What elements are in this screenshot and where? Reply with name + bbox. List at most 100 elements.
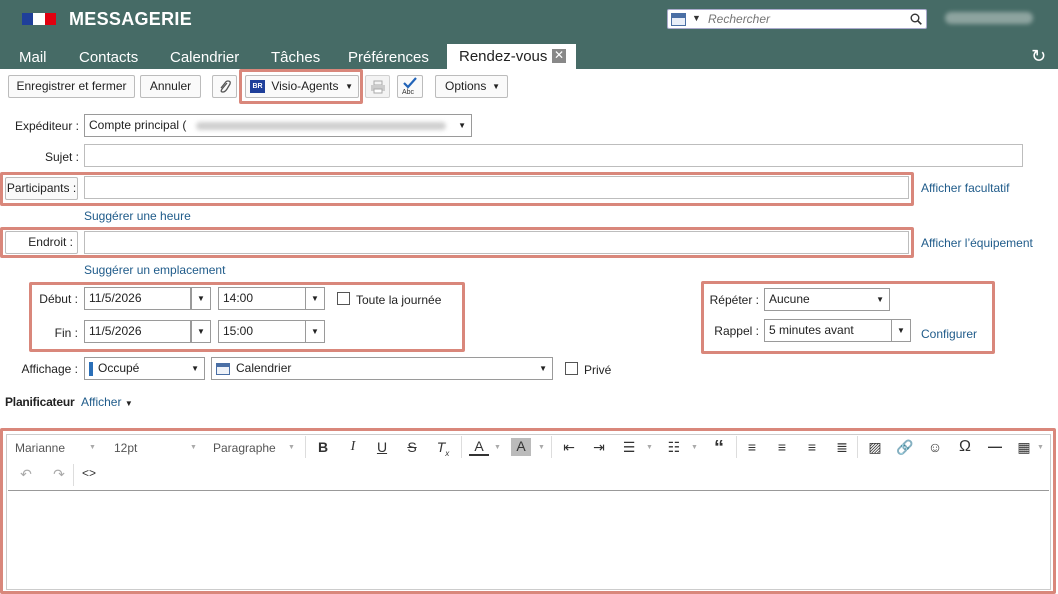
show-equipment-link[interactable]: Afficher l’équipement [921, 236, 1033, 250]
clear-format-icon[interactable]: Tx [433, 439, 453, 458]
subject-input[interactable] [84, 144, 1023, 167]
location-button[interactable]: Endroit : [5, 231, 78, 254]
close-icon[interactable]: ✕ [552, 49, 566, 63]
visio-agents-button[interactable]: BR Visio-Agents ▼ [245, 75, 359, 98]
display-select[interactable]: Occupé ▼ [84, 357, 205, 380]
tab-calendar[interactable]: Calendrier [170, 46, 239, 69]
tab-preferences[interactable]: Préférences [348, 46, 429, 69]
spellcheck-button[interactable]: Abc [397, 75, 423, 98]
start-date-input[interactable]: 11/5/2026 [84, 287, 191, 310]
chevron-down-icon: ▼ [124, 399, 133, 408]
font-family-select[interactable]: Marianne [15, 441, 65, 455]
special-char-icon[interactable]: Ω [955, 438, 975, 456]
align-center-icon[interactable]: ≡ [772, 439, 792, 455]
repeat-label: Répéter : [709, 293, 759, 307]
private-checkbox[interactable] [565, 362, 578, 375]
indent-icon[interactable]: ⇥ [589, 439, 609, 456]
emoji-icon[interactable]: ☺ [925, 439, 945, 455]
end-time-picker[interactable]: ▼ [305, 320, 325, 343]
location-input[interactable] [84, 231, 909, 254]
svg-text:Abc: Abc [402, 89, 415, 95]
align-left-icon[interactable]: ≡ [742, 439, 762, 455]
highlight-color-icon[interactable]: A [511, 438, 531, 456]
image-icon[interactable]: ▨ [865, 439, 885, 456]
bullet-list-icon[interactable]: ☰ [619, 439, 639, 456]
options-label: Options [445, 79, 487, 93]
horizontal-rule-icon[interactable]: — [985, 438, 1005, 454]
chevron-down-icon: ▼ [458, 121, 466, 130]
chevron-down-icon: ▼ [691, 444, 698, 451]
print-icon [370, 80, 385, 94]
tab-mail[interactable]: Mail [19, 46, 47, 69]
visio-icon: BR [250, 80, 265, 94]
search-icon[interactable] [910, 13, 922, 25]
save-close-button[interactable]: Enregistrer et fermer [8, 75, 135, 98]
reminder-select[interactable]: 5 minutes avant [764, 319, 892, 342]
sender-email-blurred [195, 121, 446, 130]
chevron-down-icon: ▼ [191, 364, 199, 373]
chevron-down-icon: ▼ [538, 444, 545, 451]
bold-icon[interactable]: B [313, 439, 333, 455]
underline-icon[interactable]: U [372, 439, 392, 455]
block-format-select[interactable]: Paragraphe [213, 441, 276, 455]
print-button[interactable] [365, 75, 390, 98]
outdent-icon[interactable]: ⇤ [559, 439, 579, 456]
undo-icon[interactable]: ↶ [16, 466, 36, 483]
user-name-blurred[interactable] [945, 12, 1033, 24]
all-day-checkbox[interactable] [337, 292, 350, 305]
italic-icon[interactable]: I [343, 439, 363, 455]
participants-input[interactable] [84, 176, 909, 199]
attach-button[interactable] [212, 75, 237, 98]
calendar-select[interactable]: Calendrier ▼ [211, 357, 553, 380]
numbered-list-icon[interactable]: ☷ [664, 439, 684, 456]
participants-button[interactable]: Participants : [5, 177, 78, 200]
start-date-picker[interactable]: ▼ [191, 287, 211, 310]
repeat-select[interactable]: Aucune ▼ [764, 288, 890, 311]
planner-show-link[interactable]: Afficher ▼ [81, 395, 133, 409]
chevron-down-icon: ▼ [345, 82, 353, 91]
end-date-picker[interactable]: ▼ [191, 320, 211, 343]
redo-icon[interactable]: ↷ [49, 466, 69, 483]
font-size-select[interactable]: 12pt [114, 441, 137, 455]
repeat-value: Aucune [769, 292, 810, 306]
configure-link[interactable]: Configurer [921, 327, 977, 341]
text-color-icon[interactable]: A [469, 438, 489, 456]
source-code-icon[interactable]: <> [79, 466, 99, 480]
display-value: Occupé [98, 361, 140, 375]
sender-value: Compte principal ( [89, 118, 187, 132]
tab-contacts[interactable]: Contacts [79, 46, 138, 69]
align-right-icon[interactable]: ≡ [802, 439, 822, 455]
editor-body[interactable] [8, 491, 1049, 588]
busy-status-icon [89, 361, 93, 376]
show-optional-link[interactable]: Afficher facultatif [921, 181, 1010, 195]
calendar-value: Calendrier [236, 361, 292, 375]
strikethrough-icon[interactable]: S [402, 439, 422, 455]
table-icon[interactable]: ▦ [1014, 439, 1034, 456]
start-time-picker[interactable]: ▼ [305, 287, 325, 310]
sender-select[interactable]: Compte principal ( ▼ [84, 114, 472, 137]
end-date-input[interactable]: 11/5/2026 [84, 320, 191, 343]
paperclip-icon [219, 80, 231, 93]
blockquote-icon[interactable]: “ [709, 437, 729, 460]
align-justify-icon[interactable]: ≣ [832, 439, 852, 456]
cancel-button[interactable]: Annuler [140, 75, 201, 98]
calendar-icon[interactable] [671, 13, 686, 26]
display-label: Affichage : [21, 362, 78, 376]
start-time-input[interactable]: 14:00 [218, 287, 306, 310]
options-button[interactable]: Options ▼ [435, 75, 508, 98]
end-time-input[interactable]: 15:00 [218, 320, 306, 343]
tab-tasks[interactable]: Tâches [271, 46, 320, 69]
search-box[interactable]: ▼ [667, 9, 927, 29]
chevron-down-icon[interactable]: ▼ [692, 13, 701, 23]
toolbar-divider [736, 436, 737, 458]
link-icon[interactable]: 🔗 [895, 439, 915, 456]
reminder-picker[interactable]: ▼ [891, 319, 911, 342]
suggest-time-link[interactable]: Suggérer une heure [84, 209, 191, 223]
chevron-down-icon: ▼ [197, 327, 205, 336]
refresh-icon[interactable]: ↻ [1031, 46, 1046, 67]
private-label: Privé [584, 363, 612, 377]
chevron-down-icon: ▼ [494, 444, 501, 451]
tab-appointment[interactable]: Rendez-vous ✕ [447, 44, 576, 69]
suggest-location-link[interactable]: Suggérer un emplacement [84, 263, 225, 277]
search-input[interactable] [708, 11, 903, 27]
